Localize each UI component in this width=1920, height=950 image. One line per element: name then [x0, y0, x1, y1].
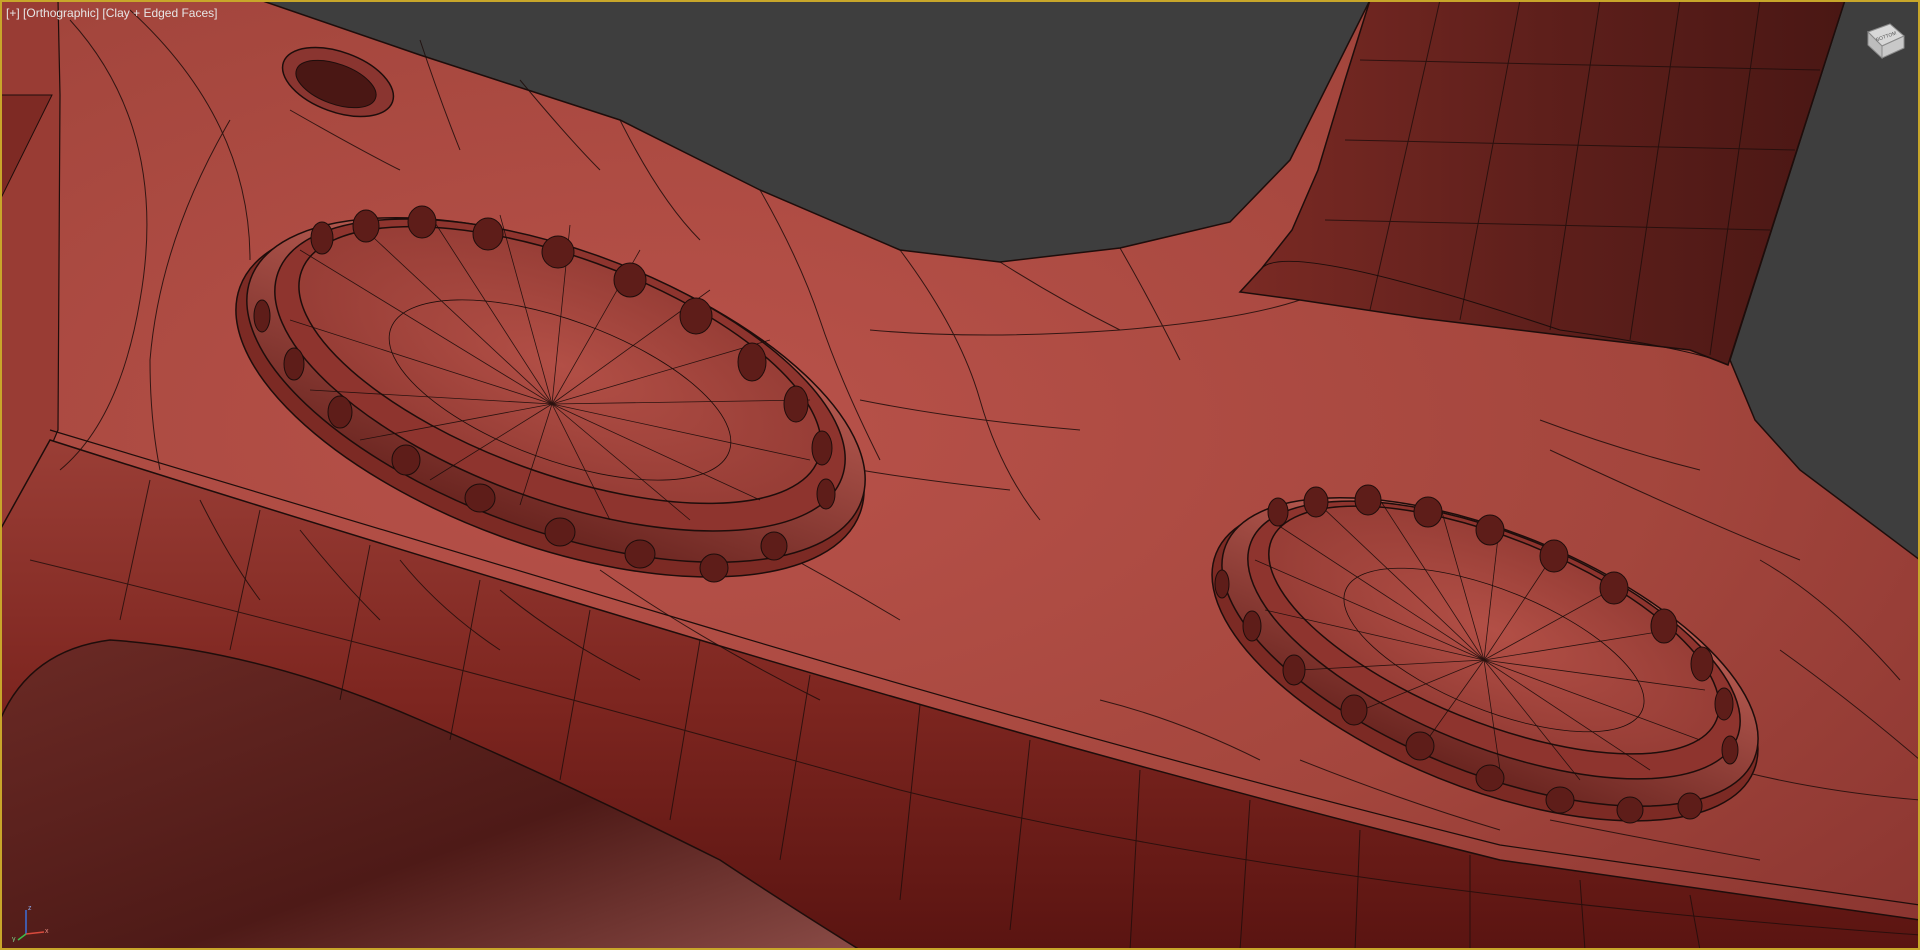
- viewport[interactable]: [+] [Orthographic] [Clay + Edged Faces] …: [0, 0, 1920, 950]
- viewcube-icon[interactable]: BOTTOM: [1864, 18, 1906, 62]
- viewport-label: [+] [Orthographic] [Clay + Edged Faces]: [6, 6, 217, 20]
- viewport-plus-menu[interactable]: [+]: [6, 6, 20, 20]
- clay-mesh-model[interactable]: [0, 0, 1920, 950]
- viewport-view-menu[interactable]: [Orthographic]: [23, 6, 99, 20]
- axis-z-label: z: [28, 905, 32, 912]
- axis-x-label: x: [45, 928, 49, 935]
- viewport-shading-menu[interactable]: [Clay + Edged Faces]: [102, 6, 217, 20]
- axis-tripod-icon: z x y: [12, 905, 49, 942]
- axis-y-label: y: [12, 936, 16, 942]
